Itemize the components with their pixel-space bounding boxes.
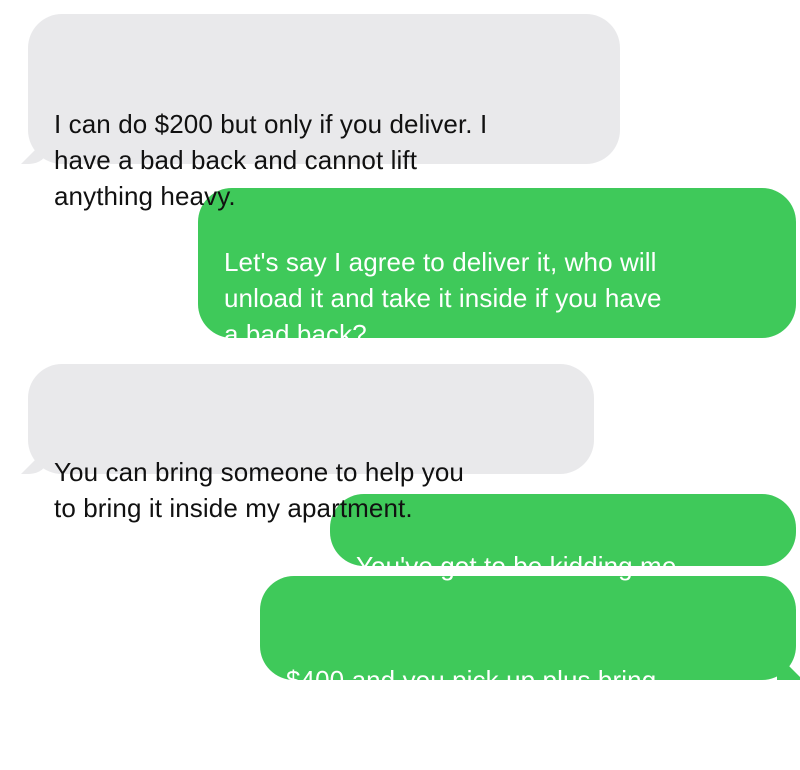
incoming-message-bubble[interactable]: I can do $200 but only if you deliver. I… [21,14,620,211]
message-thread: I can do $200 but only if you deliver. I… [0,0,800,731]
bubble-tail [777,654,800,680]
message-text: I can do $200 but only if you deliver. I… [54,109,488,211]
message-text: $400 and you pick up plus bring someone … [286,665,657,731]
bubble-tail [21,138,47,164]
outgoing-message-bubble[interactable]: $400 and you pick up plus bring someone … [260,576,800,731]
message-text: Let's say I agree to deliver it, who wil… [224,247,662,349]
bubble-tail [21,448,47,474]
message-text: You've got to be kidding me [356,551,677,581]
message-text: You can bring someone to help you to bri… [54,457,464,523]
incoming-message-bubble[interactable]: You can bring someone to help you to bri… [21,364,594,523]
